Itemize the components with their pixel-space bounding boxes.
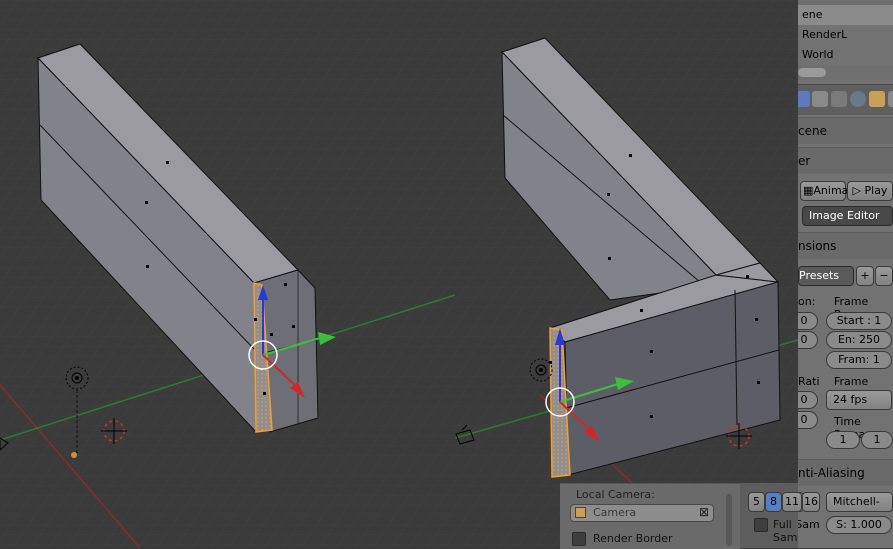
outliner-row-renderlayers[interactable]: RenderL [798, 25, 893, 45]
aspect-ratio-label: Rati [798, 375, 820, 388]
resolution-x-field[interactable]: 0 [798, 312, 818, 330]
render-header[interactable]: er [798, 147, 893, 174]
outliner: ene RenderL World [798, 0, 893, 80]
aa-sample-5-btn[interactable]: 5 [748, 492, 765, 512]
properties-editor: ene RenderL World cene er ▦Anima ▷ Play … [798, 0, 893, 548]
camera-field[interactable]: Camera ⊠ [570, 504, 714, 522]
resolution-label: on: [798, 295, 816, 308]
frame-end-field[interactable]: En: 250 [826, 331, 892, 349]
full-sample-row: Full Sam [752, 518, 812, 544]
add-preset-button[interactable]: + [856, 266, 874, 286]
frame-start-field[interactable]: Start : 1 [826, 312, 892, 330]
cube-icon [575, 507, 586, 518]
fps-select[interactable]: 24 fps [826, 390, 892, 410]
shelf-scrollbar[interactable] [726, 494, 732, 546]
display-select[interactable]: Image Editor [802, 206, 893, 226]
camera-field-value: Camera [593, 506, 637, 519]
full-sample-check[interactable] [754, 518, 768, 532]
anti-aliasing-header[interactable]: nti-Aliasing [798, 459, 893, 486]
render-border-checkbox[interactable] [572, 532, 586, 546]
resolution-y-field[interactable]: 0 [798, 331, 818, 349]
filter-select[interactable]: Mitchell- [826, 492, 893, 512]
layers-tab-icon[interactable] [812, 91, 828, 107]
presets-select[interactable]: Presets [798, 266, 854, 286]
aspect-x-field[interactable]: 0 [798, 391, 818, 409]
clear-icon[interactable]: ⊠ [699, 505, 709, 519]
aa-sample-16-btn[interactable]: 16 [802, 492, 820, 512]
frame-step-field[interactable]: Fram: 1 [826, 351, 892, 369]
play-button[interactable]: ▷ Play [847, 181, 893, 201]
outliner-scrollbar[interactable] [798, 68, 826, 77]
render-border-label: Render Border [593, 532, 673, 545]
local-camera-label: Local Camera: [576, 488, 655, 501]
scene-header[interactable]: cene [798, 117, 893, 144]
scene-tab-icon[interactable] [831, 91, 847, 107]
play-icon: ▷ [852, 184, 865, 197]
aa-sample-11-btn[interactable]: 11 [782, 492, 802, 512]
viewport-right[interactable] [455, 0, 798, 548]
remap-new-field[interactable]: 1 [861, 431, 893, 449]
viewport-left[interactable] [0, 0, 455, 548]
aspect-y-field[interactable]: 0 [798, 411, 818, 429]
full-sample-text: Full Sam [773, 518, 798, 544]
remove-preset-button[interactable]: − [875, 266, 893, 286]
render-animation-button[interactable]: ▦Anima [800, 181, 848, 201]
world-tab-icon[interactable] [850, 91, 866, 107]
tool-shelf: Local Camera: Camera ⊠ Render Border [560, 483, 740, 549]
properties-tabs [798, 84, 893, 115]
constraints-tab-icon[interactable] [888, 91, 893, 107]
aa-samples-row: 5 8 11 16 [748, 492, 820, 512]
filter-size-field[interactable]: S: 1.000 [826, 516, 892, 534]
object-tab-icon[interactable] [869, 91, 885, 107]
outliner-row-scene[interactable]: ene [798, 5, 893, 25]
aa-sample-8-btn[interactable]: 8 [765, 492, 782, 512]
outliner-row-world[interactable]: World [798, 45, 893, 65]
clapper-icon: ▦ [803, 184, 814, 197]
render-tab-icon[interactable] [798, 91, 810, 107]
dimensions-header[interactable]: nsions [798, 232, 893, 259]
remap-old-field[interactable]: 1 [826, 431, 860, 449]
